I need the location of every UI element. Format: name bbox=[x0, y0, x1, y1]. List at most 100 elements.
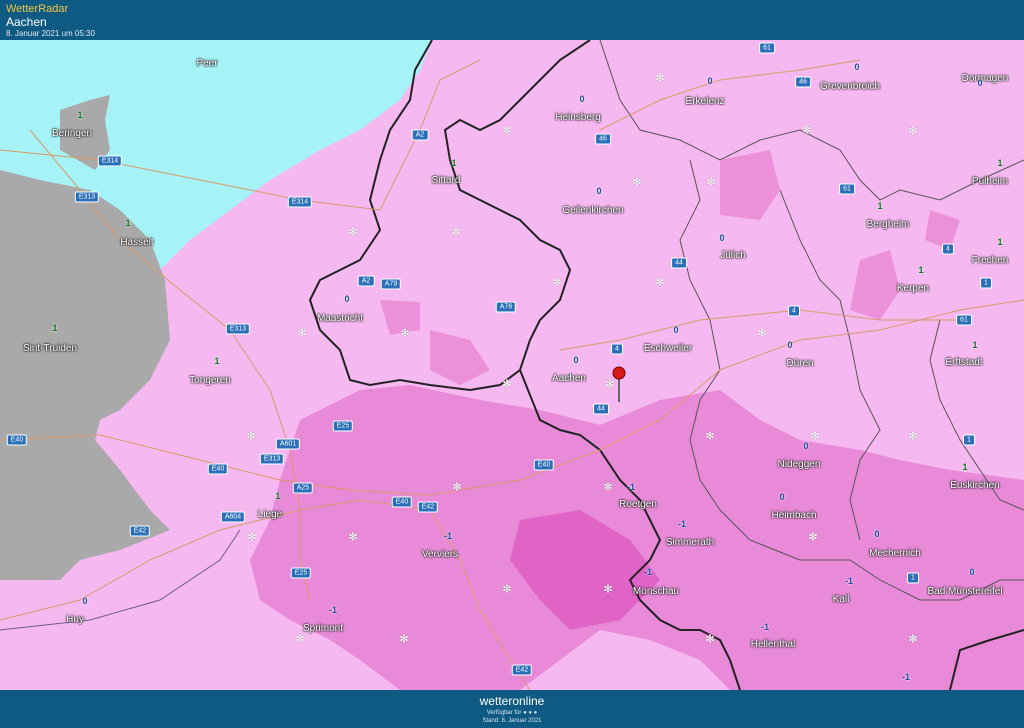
place-label: Simmerath bbox=[665, 537, 715, 548]
road-shield: A604 bbox=[220, 511, 246, 523]
snowflake-icon: ✻ bbox=[502, 378, 512, 391]
temperature-value: 1 bbox=[918, 265, 924, 275]
road-shield: 1 bbox=[907, 572, 919, 584]
place-label: Nideggen bbox=[777, 459, 821, 470]
snowflake-icon: ✻ bbox=[632, 176, 642, 189]
place-label: Liege bbox=[257, 509, 283, 520]
location-pin-icon bbox=[612, 366, 626, 380]
map-base bbox=[0, 40, 1024, 690]
place-label: Roetgen bbox=[619, 499, 657, 510]
snowflake-icon: ✻ bbox=[605, 378, 615, 391]
temperature-value: 0 bbox=[707, 76, 713, 86]
snowflake-icon: ✻ bbox=[552, 276, 562, 289]
place-label: Düren bbox=[786, 358, 814, 369]
place-label: Bad Münstereifel bbox=[927, 586, 1003, 597]
snowflake-icon: ✻ bbox=[246, 430, 256, 443]
place-label: Kerpen bbox=[896, 283, 930, 294]
snowflake-icon: ✻ bbox=[655, 72, 665, 85]
temperature-value: 0 bbox=[874, 529, 880, 539]
temperature-value: 0 bbox=[803, 441, 809, 451]
temperature-value: -1 bbox=[443, 531, 453, 541]
road-shield: 1 bbox=[963, 434, 975, 446]
road-shield: E25 bbox=[290, 567, 312, 579]
snowflake-icon: ✻ bbox=[297, 327, 307, 340]
app-name: WetterRadar bbox=[6, 3, 69, 15]
place-label: Jülich bbox=[720, 250, 746, 261]
temperature-value: 0 bbox=[969, 567, 975, 577]
temperature-value: 1 bbox=[972, 340, 978, 350]
snowflake-icon: ✻ bbox=[295, 633, 305, 646]
place-label: Grevenbroich bbox=[819, 81, 881, 92]
header-bar: WetterRadar Aachen 8. Januar 2021 um 05:… bbox=[0, 0, 1024, 40]
road-shield: 46 bbox=[795, 76, 811, 88]
place-label: Peer bbox=[196, 58, 218, 69]
road-shield: 44 bbox=[671, 257, 687, 269]
road-shield: E314 bbox=[287, 196, 313, 208]
temperature-value: 1 bbox=[214, 356, 220, 366]
snowflake-icon: ✻ bbox=[706, 176, 716, 189]
footer-bar: wetteronline Verfügbar für ● ● ● Stand: … bbox=[0, 690, 1024, 728]
road-shield: E42 bbox=[511, 664, 533, 676]
temperature-value: 1 bbox=[52, 323, 58, 333]
snowflake-icon: ✻ bbox=[603, 583, 613, 596]
place-label: Pulheim bbox=[971, 176, 1009, 187]
place-label: Aachen bbox=[552, 373, 586, 384]
snowflake-icon: ✻ bbox=[705, 430, 715, 443]
temperature-value: 0 bbox=[579, 94, 585, 104]
snowflake-icon: ✻ bbox=[348, 226, 358, 239]
snowflake-icon: ✻ bbox=[400, 327, 410, 340]
snowflake-icon: ✻ bbox=[908, 633, 918, 646]
place-label: Maastricht bbox=[316, 313, 364, 324]
snowflake-icon: ✻ bbox=[451, 226, 461, 239]
road-shield: 4 bbox=[788, 305, 800, 317]
place-label: Verviers bbox=[421, 549, 459, 560]
snowflake-icon: ✻ bbox=[802, 124, 812, 137]
temperature-value: 0 bbox=[344, 294, 350, 304]
brand-logo[interactable]: wetteronline bbox=[0, 694, 1024, 708]
temperature-value: 0 bbox=[673, 325, 679, 335]
temperature-value: 0 bbox=[573, 355, 579, 365]
road-shield: 61 bbox=[956, 314, 972, 326]
temperature-value: -1 bbox=[643, 567, 653, 577]
road-shield: E42 bbox=[129, 525, 151, 537]
road-shield: E40 bbox=[391, 496, 413, 508]
snowflake-icon: ✻ bbox=[603, 481, 613, 494]
temperature-value: 1 bbox=[962, 462, 968, 472]
snowflake-icon: ✻ bbox=[810, 430, 820, 443]
temperature-value: -1 bbox=[760, 622, 770, 632]
temperature-value: 0 bbox=[977, 78, 983, 88]
temperature-value: 1 bbox=[997, 237, 1003, 247]
road-shield: E40 bbox=[207, 463, 229, 475]
temperature-value: 1 bbox=[125, 218, 131, 228]
temperature-value: 1 bbox=[877, 201, 883, 211]
place-label: Mechernich bbox=[869, 548, 921, 559]
snowflake-icon: ✻ bbox=[348, 531, 358, 544]
temperature-value: -1 bbox=[626, 482, 636, 492]
road-shield: A76 bbox=[495, 301, 517, 313]
temperature-value: 1 bbox=[77, 110, 83, 120]
temperature-value: 1 bbox=[275, 491, 281, 501]
snowflake-icon: ✻ bbox=[808, 531, 818, 544]
road-shield: E25 bbox=[332, 420, 354, 432]
temperature-value: -1 bbox=[328, 605, 338, 615]
snowflake-icon: ✻ bbox=[705, 633, 715, 646]
road-shield: E42 bbox=[417, 501, 439, 513]
road-shield: A601 bbox=[275, 438, 301, 450]
place-label: Euskirchen bbox=[950, 480, 1000, 491]
radar-map[interactable]: Peer Beringen Hasselt Sint-Truiden Tongeren M… bbox=[0, 40, 1024, 690]
road-shield: E40 bbox=[6, 434, 28, 446]
place-label: Dormagen bbox=[961, 73, 1009, 84]
road-shield: E313 bbox=[74, 191, 100, 203]
road-shield: A25 bbox=[292, 482, 314, 494]
temperature-value: 0 bbox=[854, 62, 860, 72]
road-shield: 4 bbox=[611, 343, 623, 355]
road-shield: E314 bbox=[97, 155, 123, 167]
place-label: Kall bbox=[832, 594, 850, 605]
snowflake-icon: ✻ bbox=[655, 276, 665, 289]
temperature-value: 0 bbox=[719, 233, 725, 243]
road-shield: 1 bbox=[980, 277, 992, 289]
temperature-value: 0 bbox=[596, 186, 602, 196]
temperature-value: 0 bbox=[787, 340, 793, 350]
place-label: Bergheim bbox=[866, 219, 910, 230]
road-shield: E313 bbox=[259, 453, 285, 465]
